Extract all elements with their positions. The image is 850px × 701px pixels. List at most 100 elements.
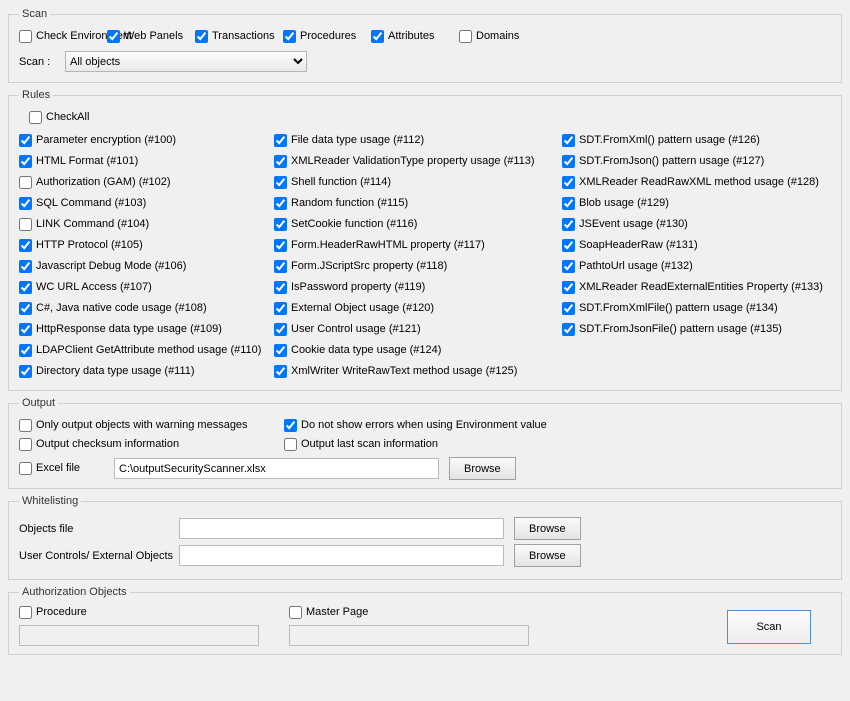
rule-item[interactable]: XMLReader ReadExternalEntities Property … <box>562 277 831 298</box>
rule-item[interactable]: SDT.FromXmlFile() pattern usage (#134) <box>562 298 831 319</box>
rule-item[interactable]: XmlWriter WriteRawText method usage (#12… <box>274 361 562 382</box>
rule-label: Shell function (#114) <box>291 174 391 191</box>
rule-label: WC URL Access (#107) <box>36 279 152 296</box>
rule-item[interactable]: JSEvent usage (#130) <box>562 214 831 235</box>
rule-item[interactable]: SDT.FromXml() pattern usage (#126) <box>562 130 831 151</box>
chk-excel-file[interactable]: Excel file <box>19 460 104 477</box>
auth-cols: Procedure Master Page <box>19 604 727 646</box>
rule-item[interactable]: HttpResponse data type usage (#109) <box>19 319 274 340</box>
rule-item[interactable]: PathtoUrl usage (#132) <box>562 256 831 277</box>
chk-attributes[interactable]: Attributes <box>371 28 459 45</box>
wl-objects-label: Objects file <box>19 523 179 535</box>
rule-label: XMLReader ReadExternalEntities Property … <box>579 279 823 296</box>
rule-label: Directory data type usage (#111) <box>36 363 195 380</box>
chk-procedure[interactable]: Procedure <box>19 604 279 621</box>
chk-checksum[interactable]: Output checksum information <box>19 436 274 453</box>
rule-item[interactable]: Parameter encryption (#100) <box>19 130 274 151</box>
auth-fieldset: Authorization Objects Procedure Master P… <box>8 586 842 655</box>
rule-item[interactable]: External Object usage (#120) <box>274 298 562 319</box>
rule-label: Random function (#115) <box>291 195 408 212</box>
chk-procedures[interactable]: Procedures <box>283 28 371 45</box>
chk-last-scan[interactable]: Output last scan information <box>284 436 438 453</box>
rule-label: SetCookie function (#116) <box>291 216 417 233</box>
auth-procedure-col: Procedure <box>19 604 289 646</box>
rule-item[interactable]: LDAPClient GetAttribute method usage (#1… <box>19 340 274 361</box>
master-page-input[interactable] <box>289 625 529 646</box>
rule-item[interactable]: SQL Command (#103) <box>19 193 274 214</box>
rule-label: Form.JScriptSrc property (#118) <box>291 258 447 275</box>
rule-item[interactable]: Form.JScriptSrc property (#118) <box>274 256 562 277</box>
rule-item[interactable]: LINK Command (#104) <box>19 214 274 235</box>
rule-label: Cookie data type usage (#124) <box>291 342 441 359</box>
rule-item[interactable]: XMLReader ValidationType property usage … <box>274 151 562 172</box>
rule-item[interactable]: Javascript Debug Mode (#106) <box>19 256 274 277</box>
scan-select-row: Scan : All objects <box>19 51 831 72</box>
wl-objects-row: Objects file Browse <box>19 517 831 540</box>
auth-bottom: Procedure Master Page Scan <box>19 604 831 646</box>
rule-label: SoapHeaderRaw (#131) <box>579 237 698 254</box>
rule-label: SQL Command (#103) <box>36 195 146 212</box>
rule-label: XMLReader ValidationType property usage … <box>291 153 535 170</box>
wl-objects-browse-button[interactable]: Browse <box>514 517 581 540</box>
rule-label: XMLReader ReadRawXML method usage (#128) <box>579 174 819 191</box>
rules-col-2: File data type usage (#112) XMLReader Val… <box>274 130 562 382</box>
rule-label: JSEvent usage (#130) <box>579 216 688 233</box>
output-fieldset: Output Only output objects with warning … <box>8 397 842 489</box>
rule-item[interactable]: SDT.FromJsonFile() pattern usage (#135) <box>562 319 831 340</box>
rule-label: Javascript Debug Mode (#106) <box>36 258 186 275</box>
output-row-1: Only output objects with warning message… <box>19 417 831 434</box>
chk-no-env-errors[interactable]: Do not show errors when using Environmen… <box>284 417 547 434</box>
auth-legend: Authorization Objects <box>19 586 130 598</box>
wl-usercontrols-browse-button[interactable]: Browse <box>514 544 581 567</box>
rule-item[interactable]: Directory data type usage (#111) <box>19 361 274 382</box>
procedure-input[interactable] <box>19 625 259 646</box>
rule-item[interactable]: XMLReader ReadRawXML method usage (#128) <box>562 172 831 193</box>
whitelisting-fieldset: Whitelisting Objects file Browse User Co… <box>8 495 842 580</box>
rule-item[interactable]: HTTP Protocol (#105) <box>19 235 274 256</box>
rules-col-3: SDT.FromXml() pattern usage (#126) SDT.Fr… <box>562 130 831 382</box>
rule-item[interactable]: HTML Format (#101) <box>19 151 274 172</box>
excel-path-input[interactable] <box>114 458 439 479</box>
rule-label: SDT.FromXmlFile() pattern usage (#134) <box>579 300 778 317</box>
chk-domains[interactable]: Domains <box>459 28 547 45</box>
chk-web-panels[interactable]: Web Panels <box>107 28 195 45</box>
rule-item[interactable]: SDT.FromJson() pattern usage (#127) <box>562 151 831 172</box>
rule-item[interactable]: Shell function (#114) <box>274 172 562 193</box>
scan-select-label: Scan : <box>19 56 65 68</box>
rule-label: Parameter encryption (#100) <box>36 132 176 149</box>
chk-master-page[interactable]: Master Page <box>289 604 549 621</box>
scan-fieldset: Scan Check Environment Web Panels Transa… <box>8 8 842 83</box>
excel-browse-button[interactable]: Browse <box>449 457 516 480</box>
rule-label: External Object usage (#120) <box>291 300 434 317</box>
rule-item[interactable]: C#, Java native code usage (#108) <box>19 298 274 319</box>
rule-item[interactable]: WC URL Access (#107) <box>19 277 274 298</box>
rule-item[interactable]: SetCookie function (#116) <box>274 214 562 235</box>
chk-checkall[interactable]: CheckAll <box>29 109 89 126</box>
chk-transactions[interactable]: Transactions <box>195 28 283 45</box>
rule-label: SDT.FromXml() pattern usage (#126) <box>579 132 760 149</box>
rule-item[interactable]: Cookie data type usage (#124) <box>274 340 562 361</box>
rule-item[interactable]: Blob usage (#129) <box>562 193 831 214</box>
rule-label: HttpResponse data type usage (#109) <box>36 321 222 338</box>
wl-objects-input[interactable] <box>179 518 504 539</box>
rule-label: Blob usage (#129) <box>579 195 669 212</box>
chk-check-environment[interactable]: Check Environment <box>19 28 107 45</box>
rule-label: XmlWriter WriteRawText method usage (#12… <box>291 363 517 380</box>
auth-master-col: Master Page <box>289 604 559 646</box>
rule-label: User Control usage (#121) <box>291 321 421 338</box>
rule-item[interactable]: Form.HeaderRawHTML property (#117) <box>274 235 562 256</box>
rule-item[interactable]: File data type usage (#112) <box>274 130 562 151</box>
rule-item[interactable]: User Control usage (#121) <box>274 319 562 340</box>
wl-usercontrols-input[interactable] <box>179 545 504 566</box>
scan-legend: Scan <box>19 8 50 20</box>
rule-label: LDAPClient GetAttribute method usage (#1… <box>36 342 261 359</box>
rule-item[interactable]: Authorization (GAM) (#102) <box>19 172 274 193</box>
rule-item[interactable]: IsPassword property (#119) <box>274 277 562 298</box>
rule-label: File data type usage (#112) <box>291 132 424 149</box>
rule-item[interactable]: SoapHeaderRaw (#131) <box>562 235 831 256</box>
rule-label: Authorization (GAM) (#102) <box>36 174 171 191</box>
chk-only-warnings[interactable]: Only output objects with warning message… <box>19 417 274 434</box>
scan-button[interactable]: Scan <box>727 610 811 644</box>
rule-item[interactable]: Random function (#115) <box>274 193 562 214</box>
scan-select[interactable]: All objects <box>65 51 307 72</box>
